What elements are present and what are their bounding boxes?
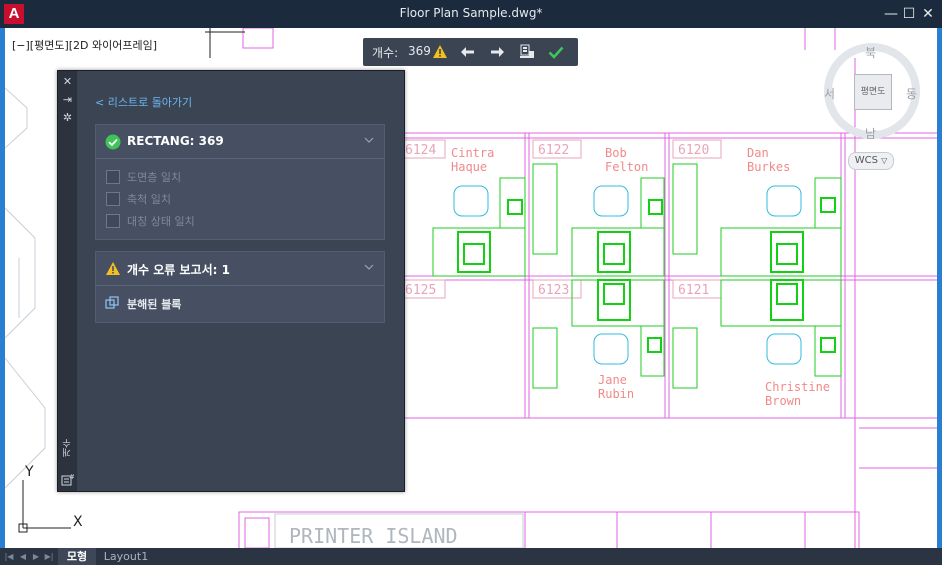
block-count-card: RECTANG: 369 도면층 일치 축척 일치 대칭 상태 일치 <box>95 124 385 240</box>
drawing-viewport[interactable]: 6124 6122 6120 6125 6123 6121 Cintra Haq… <box>5 28 937 548</box>
chevron-down-icon[interactable] <box>364 262 374 272</box>
compass-south[interactable]: 남 <box>865 125 876 142</box>
tab-layout1[interactable]: Layout1 <box>100 548 152 565</box>
match-mirror-label: 대칭 상태 일치 <box>127 215 195 228</box>
room-number: 6124 <box>405 143 436 158</box>
ucs-x-label: X <box>73 514 83 530</box>
collapse-icon[interactable]: ⇥ <box>61 93 74 106</box>
checkbox-icon[interactable] <box>106 170 120 184</box>
chevron-down-icon: ▽ <box>881 156 888 165</box>
exploded-block-icon <box>105 296 119 309</box>
viewcube[interactable]: 북 남 동 서 평면도 WCS ▽ <box>820 38 930 188</box>
match-layer-label: 도면층 일치 <box>127 171 182 184</box>
window-title: Floor Plan Sample.dwg* <box>399 6 543 20</box>
employee-name: Bob <box>605 146 627 160</box>
chevron-down-icon[interactable] <box>364 135 374 145</box>
viewcube-top-face[interactable]: 평면도 <box>854 74 892 110</box>
employee-name: Dan <box>747 146 769 160</box>
count-palette: ✕ ⇥ ✲ 개수 # < 리스트로 돌아가기 RECTANG: 369 도면층 … <box>57 70 405 492</box>
maximize-button[interactable]: ☐ <box>899 4 919 24</box>
title-bar: A Floor Plan Sample.dwg* — ☐ ✕ <box>0 0 942 28</box>
layout-tab-bar: |◀ ◀ ▶ ▶| 모형 Layout1 <box>0 548 942 565</box>
close-window-button[interactable]: ✕ <box>918 4 938 24</box>
last-layout-icon[interactable]: ▶| <box>44 548 54 565</box>
employee-name: Brown <box>765 394 801 408</box>
employee-name: Jane <box>598 373 627 387</box>
exploded-block-label: 분해된 블록 <box>127 298 182 311</box>
checkbox-icon[interactable] <box>106 214 120 228</box>
next-layout-icon[interactable]: ▶ <box>31 548 41 565</box>
next-arrow-icon[interactable] <box>486 42 508 62</box>
room-number: 6122 <box>538 143 569 158</box>
previous-layout-icon[interactable]: ◀ <box>18 548 28 565</box>
count-error-card: 개수 오류 보고서: 1 분해된 블록 <box>95 251 385 323</box>
count-table-icon[interactable]: # <box>61 473 75 486</box>
employee-name: Rubin <box>598 387 634 401</box>
exploded-block-item[interactable]: 분해된 블록 <box>105 295 375 313</box>
printer-island-label: PRINTER ISLAND <box>289 524 458 548</box>
left-wall-outline <box>5 87 46 489</box>
ucs-y-label: Y <box>24 464 34 480</box>
compass-east[interactable]: 동 <box>906 85 917 102</box>
checkbox-icon[interactable] <box>106 192 120 206</box>
employee-name: Burkes <box>747 160 790 174</box>
count-toolbar: 개수: 369 <box>363 38 578 66</box>
employee-name: Haque <box>451 160 487 174</box>
employee-name: Christine <box>765 380 830 394</box>
close-icon[interactable]: ✕ <box>61 75 74 88</box>
settings-icon[interactable]: ✲ <box>61 111 74 124</box>
checkmark-icon[interactable] <box>545 42 567 62</box>
match-scale-label: 축척 일치 <box>127 193 171 206</box>
first-layout-icon[interactable]: |◀ <box>4 548 14 565</box>
desk-outlines <box>432 163 842 389</box>
palette-title-strip[interactable]: ✕ ⇥ ✲ 개수 # <box>58 71 77 491</box>
employee-name: Felton <box>605 160 648 174</box>
wcs-menu-button[interactable]: WCS ▽ <box>848 152 894 170</box>
warning-icon <box>106 262 120 275</box>
tab-model[interactable]: 모형 <box>58 548 96 565</box>
room-number: 6125 <box>405 283 436 298</box>
back-to-list-link[interactable]: < 리스트로 돌아가기 <box>95 94 192 110</box>
minimize-button[interactable]: — <box>881 4 901 24</box>
rectang-blocks <box>457 197 836 353</box>
zoom-objects-icon[interactable] <box>516 42 538 62</box>
count-error-header[interactable]: 개수 오류 보고서: 1 <box>96 252 384 286</box>
wcs-label: WCS <box>854 155 878 166</box>
viewport-controls-label[interactable]: [−][평면도][2D 와이어프레임] <box>12 37 157 53</box>
employee-name: Cintra <box>451 146 494 160</box>
count-error-title: 개수 오류 보고서: 1 <box>127 263 230 277</box>
success-check-icon <box>105 134 121 150</box>
warning-icon[interactable] <box>429 42 451 62</box>
count-value: 369 <box>408 44 431 58</box>
room-number: 6121 <box>678 283 709 298</box>
window-frame-right <box>937 28 942 548</box>
svg-text:#: # <box>69 473 74 481</box>
previous-arrow-icon[interactable] <box>457 42 479 62</box>
palette-vertical-title: 개수 <box>63 439 73 457</box>
compass-west[interactable]: 서 <box>824 85 835 102</box>
chairs <box>453 185 802 365</box>
compass-north[interactable]: 북 <box>865 44 876 61</box>
count-label: 개수: <box>372 46 399 60</box>
room-number: 6123 <box>538 283 569 298</box>
block-count-title: RECTANG: 369 <box>127 134 224 148</box>
room-number: 6120 <box>678 143 709 158</box>
block-count-header[interactable]: RECTANG: 369 <box>96 125 384 159</box>
